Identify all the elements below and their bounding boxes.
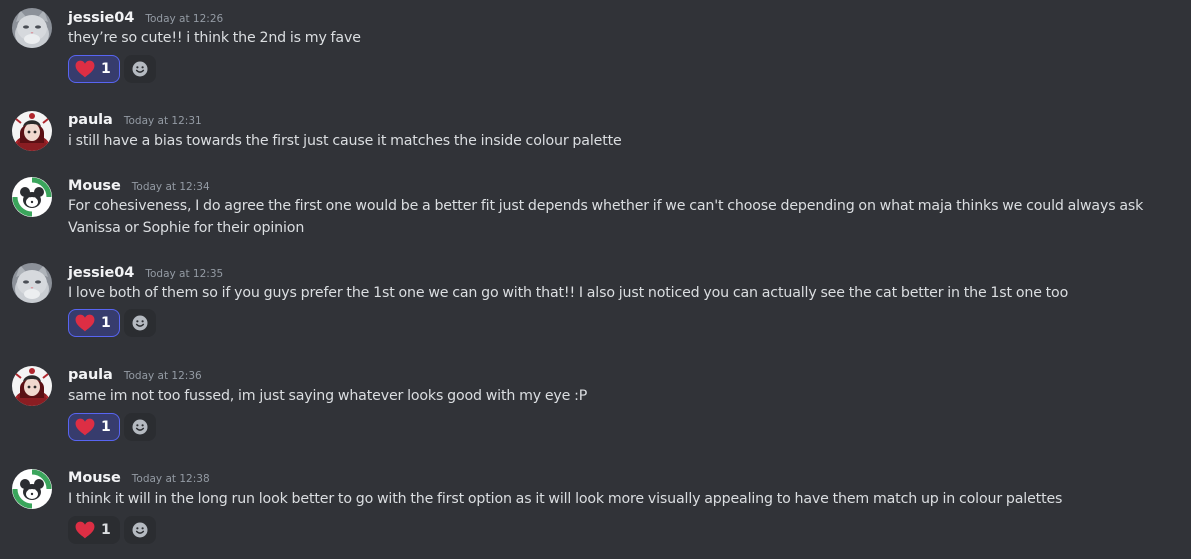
smiley-plus-icon	[130, 417, 150, 437]
username[interactable]: jessie04	[68, 265, 134, 281]
timestamp[interactable]: Today at 12:31	[124, 115, 202, 127]
heart-icon	[75, 521, 95, 539]
timestamp[interactable]: Today at 12:34	[132, 181, 210, 193]
cat-avatar[interactable]	[12, 263, 52, 303]
smiley-plus-icon	[130, 59, 150, 79]
reaction-count: 1	[101, 315, 111, 331]
username[interactable]: jessie04	[68, 10, 134, 26]
smiley-plus-icon	[130, 313, 150, 333]
timestamp[interactable]: Today at 12:38	[132, 473, 210, 485]
add-reaction-button[interactable]	[123, 309, 156, 337]
message-content: I love both of them so if you guys prefe…	[68, 285, 1069, 301]
character-avatar-image	[12, 366, 52, 406]
reaction-count: 1	[101, 419, 111, 435]
add-reaction-button[interactable]	[123, 55, 156, 83]
username[interactable]: Mouse	[68, 470, 121, 486]
reactions-bar: 1	[68, 55, 156, 83]
message-content: they’re so cute!! i think the 2nd is my …	[68, 30, 361, 46]
cat-avatar-image	[12, 8, 52, 48]
heart-icon	[75, 314, 95, 332]
mouse-avatar[interactable]	[12, 177, 52, 217]
character-avatar[interactable]	[12, 366, 52, 406]
add-reaction-button[interactable]	[123, 413, 156, 441]
message-content: For cohesiveness, I do agree the first o…	[68, 198, 1144, 236]
reactions-bar: 1	[68, 516, 156, 544]
timestamp[interactable]: Today at 12:36	[124, 370, 202, 382]
message-header: Mouse Today at 12:38	[68, 467, 210, 487]
heart-icon	[75, 418, 95, 436]
heart-reaction[interactable]: 1	[68, 309, 120, 337]
character-avatar[interactable]	[12, 111, 52, 151]
reaction-count: 1	[101, 61, 111, 77]
smiley-plus-icon	[130, 520, 150, 540]
add-reaction-button[interactable]	[123, 516, 156, 544]
username[interactable]: paula	[68, 112, 113, 128]
mouse-avatar[interactable]	[12, 469, 52, 509]
mouse-avatar-image	[12, 177, 52, 217]
cat-avatar[interactable]	[12, 8, 52, 48]
character-avatar-image	[12, 111, 52, 151]
heart-reaction[interactable]: 1	[68, 55, 120, 83]
heart-reaction[interactable]: 1	[68, 413, 120, 441]
timestamp[interactable]: Today at 12:26	[145, 13, 223, 25]
timestamp[interactable]: Today at 12:35	[145, 268, 223, 280]
heart-reaction[interactable]: 1	[68, 516, 120, 544]
cat-avatar-image	[12, 263, 52, 303]
username[interactable]: Mouse	[68, 178, 121, 194]
reactions-bar: 1	[68, 413, 156, 441]
message-content: I think it will in the long run look bet…	[68, 491, 1063, 507]
chat-messages: jessie04 Today at 12:26 they’re so cute!…	[0, 0, 1191, 559]
mouse-avatar-image	[12, 469, 52, 509]
username[interactable]: paula	[68, 367, 113, 383]
message-header: jessie04 Today at 12:35	[68, 262, 223, 282]
heart-icon	[75, 60, 95, 78]
message-header: jessie04 Today at 12:26	[68, 7, 223, 27]
reaction-count: 1	[101, 522, 111, 538]
reactions-bar: 1	[68, 309, 156, 337]
message-header: paula Today at 12:31	[68, 109, 202, 129]
message-content: same im not too fussed, im just saying w…	[68, 388, 588, 404]
message-header: Mouse Today at 12:34	[68, 175, 210, 195]
message-content: i still have a bias towards the first ju…	[68, 133, 622, 149]
message-header: paula Today at 12:36	[68, 364, 202, 384]
